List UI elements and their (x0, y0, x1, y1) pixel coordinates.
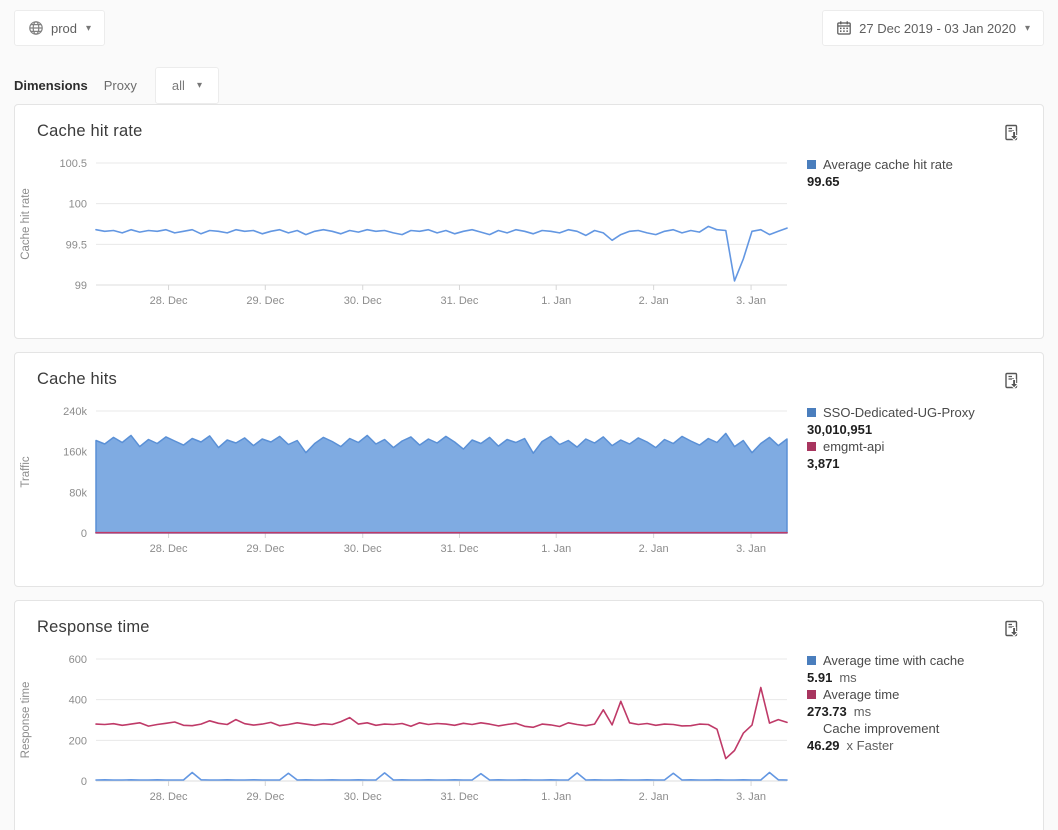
svg-text:1. Jan: 1. Jan (541, 543, 571, 555)
svg-text:3. Jan: 3. Jan (736, 543, 766, 555)
svg-text:2. Jan: 2. Jan (639, 791, 669, 803)
svg-text:29. Dec: 29. Dec (246, 543, 284, 555)
svg-text:200: 200 (69, 735, 87, 747)
svg-text:100.5: 100.5 (59, 158, 87, 170)
svg-text:99.5: 99.5 (66, 239, 87, 251)
svg-text:0: 0 (81, 776, 87, 788)
svg-text:29. Dec: 29. Dec (246, 295, 284, 307)
top-bar: prod ▾ 27 Dec 2019 - 03 Jan 2020 ▾ (14, 10, 1044, 46)
cache-hit-rate-panel: Cache hit rate 99 99.5 100 100.5 Cache hit r… (14, 104, 1044, 339)
svg-text:240k: 240k (63, 406, 87, 418)
date-range-label: 27 Dec 2019 - 03 Jan 2020 (859, 21, 1016, 36)
legend-item[interactable]: Average time with cache (807, 652, 1033, 669)
svg-text:29. Dec: 29. Dec (246, 791, 284, 803)
dimensions-label: Dimensions (14, 78, 88, 93)
legend-value: 273.73ms (807, 703, 1033, 720)
svg-text:2. Jan: 2. Jan (639, 543, 669, 555)
svg-text:3. Jan: 3. Jan (736, 791, 766, 803)
svg-text:600: 600 (69, 654, 87, 666)
svg-text:30. Dec: 30. Dec (344, 295, 382, 307)
svg-text:100: 100 (69, 199, 87, 211)
cache-hit-rate-legend: Average cache hit rate 99.65 (793, 143, 1043, 319)
legend-value: 3,871 (807, 455, 1033, 472)
svg-text:31. Dec: 31. Dec (441, 791, 479, 803)
date-range-picker[interactable]: 27 Dec 2019 - 03 Jan 2020 ▾ (822, 10, 1044, 46)
cache-hit-rate-chart[interactable]: 99 99.5 100 100.5 Cache hit rate 28. Dec 29. D… (15, 153, 793, 319)
cache-hits-legend: SSO-Dedicated-UG-Proxy 30,010,951 emgmt-… (793, 391, 1043, 567)
svg-text:Response time: Response time (20, 682, 32, 759)
svg-text:0: 0 (81, 528, 87, 540)
svg-text:1. Jan: 1. Jan (541, 295, 571, 307)
legend-value: 30,010,951 (807, 421, 1033, 438)
svg-text:28. Dec: 28. Dec (150, 791, 188, 803)
panel-title: Cache hits (37, 370, 117, 389)
response-time-chart[interactable]: 0 200 400 600 Response time 28. Dec 29. Dec 30.… (15, 649, 793, 815)
legend-item: Cache improvement (807, 720, 1033, 737)
svg-text:Cache hit rate: Cache hit rate (20, 188, 32, 260)
svg-text:400: 400 (69, 695, 87, 707)
filter-bar: Dimensions Proxy all ▾ (14, 67, 1044, 104)
svg-text:80k: 80k (69, 487, 87, 499)
svg-text:3. Jan: 3. Jan (736, 295, 766, 307)
proxy-filter-dropdown[interactable]: all ▾ (155, 67, 219, 104)
globe-icon (28, 20, 44, 36)
svg-text:1. Jan: 1. Jan (541, 791, 571, 803)
legend-value: 46.29x Faster (807, 737, 1033, 754)
environment-selector[interactable]: prod ▾ (14, 10, 105, 46)
legend-item[interactable]: Average cache hit rate (807, 156, 1033, 173)
panel-title: Response time (37, 618, 150, 637)
svg-text:30. Dec: 30. Dec (344, 543, 382, 555)
svg-text:160k: 160k (63, 447, 87, 459)
environment-label: prod (51, 21, 77, 36)
dimension-name-label: Proxy (104, 78, 137, 93)
svg-text:28. Dec: 28. Dec (150, 543, 188, 555)
svg-text:2. Jan: 2. Jan (639, 295, 669, 307)
svg-text:31. Dec: 31. Dec (441, 543, 479, 555)
svg-text:31. Dec: 31. Dec (441, 295, 479, 307)
calendar-icon (836, 20, 852, 36)
response-time-panel: Response time 0 200 400 600 Response time 28.… (14, 600, 1044, 830)
series-color-swatch (807, 160, 816, 169)
series-color-swatch (807, 408, 816, 417)
legend-item[interactable]: SSO-Dedicated-UG-Proxy (807, 404, 1033, 421)
cache-hits-panel: Cache hits 0 80k 160k 240k Traffic 28. Dec 29.… (14, 352, 1044, 587)
legend-item[interactable]: Average time (807, 686, 1033, 703)
chevron-down-icon: ▾ (86, 23, 91, 34)
svg-text:28. Dec: 28. Dec (150, 295, 188, 307)
svg-text:30. Dec: 30. Dec (344, 791, 382, 803)
svg-text:99: 99 (75, 280, 87, 292)
series-color-swatch (807, 442, 816, 451)
svg-text:Traffic: Traffic (20, 456, 32, 488)
panel-title: Cache hit rate (37, 122, 143, 141)
cache-hits-chart[interactable]: 0 80k 160k 240k Traffic 28. Dec 29. Dec 30. Dec… (15, 401, 793, 567)
proxy-filter-value: all (172, 78, 185, 93)
series-color-swatch (807, 656, 816, 665)
series-color-swatch (807, 690, 816, 699)
chevron-down-icon: ▾ (197, 80, 202, 91)
chevron-down-icon: ▾ (1025, 23, 1030, 34)
legend-item[interactable]: emgmt-api (807, 438, 1033, 455)
legend-value: 99.65 (807, 173, 1033, 190)
legend-value: 5.91ms (807, 669, 1033, 686)
response-time-legend: Average time with cache 5.91ms Average t… (793, 639, 1043, 815)
